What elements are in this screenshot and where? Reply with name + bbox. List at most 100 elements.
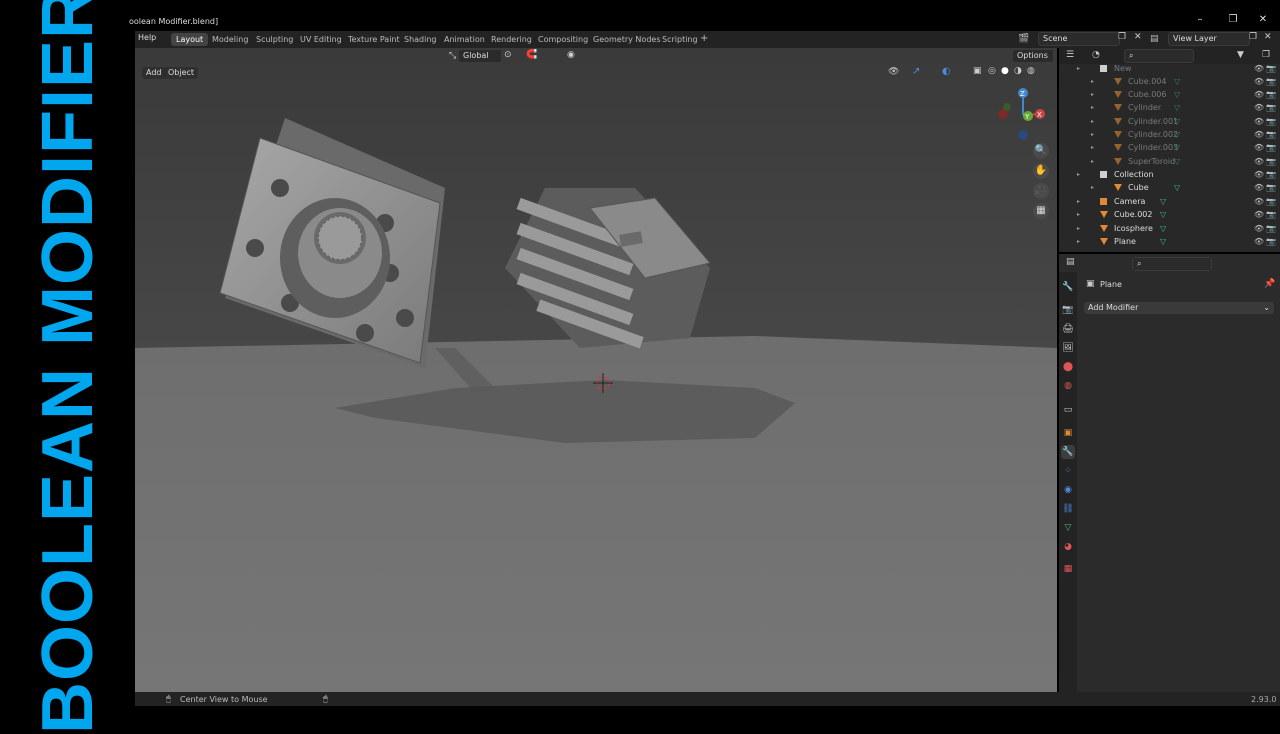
rendered-shading-icon[interactable]: ◍: [1027, 66, 1035, 76]
material-shading-icon[interactable]: ◑: [1014, 66, 1022, 76]
material-tab-icon[interactable]: ◕: [1061, 540, 1075, 554]
physics-tab-icon[interactable]: ◉: [1061, 483, 1075, 497]
transform-orientation-selector[interactable]: Global: [458, 49, 502, 63]
particles-tab-icon[interactable]: ⁘: [1061, 464, 1075, 478]
visibility-icon[interactable]: 👁: [888, 67, 899, 77]
close-icon[interactable]: ✕: [1253, 14, 1273, 25]
outliner-row[interactable]: ▸ Cylinder.003 ▽ 👁 📷: [1059, 141, 1280, 154]
expand-arrow-icon[interactable]: ▸: [1091, 128, 1094, 141]
zoom-icon[interactable]: 🔍: [1033, 143, 1049, 159]
options-menu[interactable]: Options: [1012, 49, 1054, 63]
tab-layout[interactable]: Layout: [171, 33, 209, 46]
outliner-row[interactable]: ▸ Cube.006 ▽ 👁 📷: [1059, 88, 1280, 101]
visibility-eye-icon[interactable]: 👁: [1254, 222, 1264, 235]
visibility-eye-icon[interactable]: 👁: [1254, 208, 1264, 221]
render-toggle-icon[interactable]: 📷: [1266, 208, 1276, 221]
data-tab-icon[interactable]: ▽: [1061, 521, 1075, 535]
remove-view-layer-icon[interactable]: ✕: [1264, 32, 1272, 42]
new-collection-icon[interactable]: ❐: [1262, 50, 1270, 60]
remove-scene-icon[interactable]: ✕: [1134, 32, 1142, 42]
outliner-row[interactable]: ▸ Cube ▽ 👁 📷: [1059, 181, 1280, 194]
visibility-eye-icon[interactable]: 👁: [1254, 168, 1264, 181]
visibility-eye-icon[interactable]: 👁: [1254, 235, 1264, 248]
visibility-eye-icon[interactable]: 👁: [1254, 75, 1264, 88]
render-toggle-icon[interactable]: 📷: [1266, 222, 1276, 235]
scene-icon[interactable]: 🎬: [1018, 34, 1029, 44]
tab-sculpting[interactable]: Sculpting: [251, 33, 298, 46]
expand-arrow-icon[interactable]: ▸: [1091, 101, 1094, 114]
tool-tab-icon[interactable]: 🔧: [1061, 280, 1075, 294]
outliner-row[interactable]: ▸ New 👁 📷: [1059, 62, 1280, 75]
expand-arrow-icon[interactable]: ▸: [1091, 88, 1094, 101]
properties-editor-type-icon[interactable]: ▤: [1066, 257, 1075, 267]
gizmo-toggle-icon[interactable]: ↗: [912, 66, 920, 77]
expand-arrow-icon[interactable]: ▸: [1077, 195, 1080, 208]
expand-arrow-icon[interactable]: ▸: [1091, 115, 1094, 128]
add-workspace-button[interactable]: +: [700, 33, 708, 44]
3d-viewport[interactable]: [135, 48, 1057, 692]
output-tab-icon[interactable]: 🖨: [1061, 322, 1075, 336]
expand-arrow-icon[interactable]: ▸: [1077, 222, 1080, 235]
expand-arrow-icon[interactable]: ▸: [1091, 141, 1094, 154]
view-layer-icon[interactable]: ▤: [1150, 34, 1159, 44]
tab-rendering[interactable]: Rendering: [486, 33, 537, 46]
visibility-eye-icon[interactable]: 👁: [1254, 101, 1264, 114]
constraints-tab-icon[interactable]: ⛓: [1061, 502, 1075, 516]
render-toggle-icon[interactable]: 📷: [1266, 62, 1276, 75]
view-layer-selector[interactable]: View Layer: [1168, 32, 1250, 46]
visibility-eye-icon[interactable]: 👁: [1254, 195, 1264, 208]
pan-hand-icon[interactable]: ✋: [1033, 163, 1049, 179]
help-menu[interactable]: Help: [138, 33, 156, 42]
snap-icon[interactable]: 🧲: [526, 50, 537, 60]
view-layer-tab-icon[interactable]: 🖼: [1061, 341, 1075, 355]
outliner-row[interactable]: ▸ Icosphere ▽ 👁 📷: [1059, 222, 1280, 235]
texture-tab-icon[interactable]: ▦: [1061, 562, 1075, 576]
maximize-icon[interactable]: ❐: [1223, 14, 1243, 25]
pivot-point-icon[interactable]: ⊙: [504, 50, 512, 60]
copy-scene-icon[interactable]: ❐: [1118, 32, 1126, 42]
object-menu[interactable]: Object: [164, 67, 199, 79]
render-toggle-icon[interactable]: 📷: [1266, 75, 1276, 88]
outliner-search-input[interactable]: ⌕: [1124, 49, 1194, 63]
render-toggle-icon[interactable]: 📷: [1266, 128, 1276, 141]
render-toggle-icon[interactable]: 📷: [1266, 235, 1276, 248]
pin-icon[interactable]: 📌: [1264, 279, 1275, 289]
visibility-eye-icon[interactable]: 👁: [1254, 128, 1264, 141]
outliner-row[interactable]: ▸ Plane ▽ 👁 📷: [1059, 235, 1280, 248]
visibility-eye-icon[interactable]: 👁: [1254, 181, 1264, 194]
render-toggle-icon[interactable]: 📷: [1266, 141, 1276, 154]
object-tab-icon[interactable]: ▣: [1061, 426, 1075, 440]
modifier-tab-icon[interactable]: 🔧: [1061, 445, 1075, 459]
outliner-row[interactable]: ▸ Cylinder ▽ 👁 📷: [1059, 101, 1280, 114]
expand-arrow-icon[interactable]: ▸: [1091, 181, 1094, 194]
perspective-toggle-icon[interactable]: ▦: [1033, 203, 1049, 219]
outliner-row[interactable]: ▸ SuperToroid ▽ 👁 📷: [1059, 155, 1280, 168]
expand-arrow-icon[interactable]: ▸: [1077, 235, 1080, 248]
visibility-eye-icon[interactable]: 👁: [1254, 155, 1264, 168]
minimize-icon[interactable]: –: [1190, 14, 1210, 25]
outliner-row[interactable]: ▸ Cylinder.001 ▽ 👁 📷: [1059, 115, 1280, 128]
tab-modeling[interactable]: Modeling: [207, 33, 253, 46]
tab-uv-editing[interactable]: UV Editing: [295, 33, 347, 46]
render-toggle-icon[interactable]: 📷: [1266, 88, 1276, 101]
render-tab-icon[interactable]: 📷: [1061, 303, 1075, 317]
outliner-row[interactable]: ▸ Cylinder.002 ▽ 👁 📷: [1059, 128, 1280, 141]
render-toggle-icon[interactable]: 📷: [1266, 115, 1276, 128]
wireframe-shading-icon[interactable]: ◎: [988, 66, 996, 76]
visibility-eye-icon[interactable]: 👁: [1254, 88, 1264, 101]
outliner-row[interactable]: ▸ Collection 👁 📷: [1059, 168, 1280, 181]
render-toggle-icon[interactable]: 📷: [1266, 168, 1276, 181]
expand-arrow-icon[interactable]: ▸: [1077, 62, 1080, 75]
copy-view-layer-icon[interactable]: ❐: [1249, 32, 1257, 42]
filter-icon[interactable]: ▼: [1237, 50, 1244, 60]
tab-shading[interactable]: Shading: [399, 33, 442, 46]
expand-arrow-icon[interactable]: ▸: [1077, 168, 1080, 181]
navigation-gizmo[interactable]: X Y Z: [995, 85, 1051, 141]
tab-scripting[interactable]: Scripting: [657, 33, 703, 46]
overlays-toggle-icon[interactable]: ◐: [942, 66, 951, 77]
tab-animation[interactable]: Animation: [439, 33, 490, 46]
expand-arrow-icon[interactable]: ▸: [1077, 208, 1080, 221]
visibility-eye-icon[interactable]: 👁: [1254, 115, 1264, 128]
outliner-row[interactable]: ▸ Cube.002 ▽ 👁 📷: [1059, 208, 1280, 221]
visibility-eye-icon[interactable]: 👁: [1254, 62, 1264, 75]
